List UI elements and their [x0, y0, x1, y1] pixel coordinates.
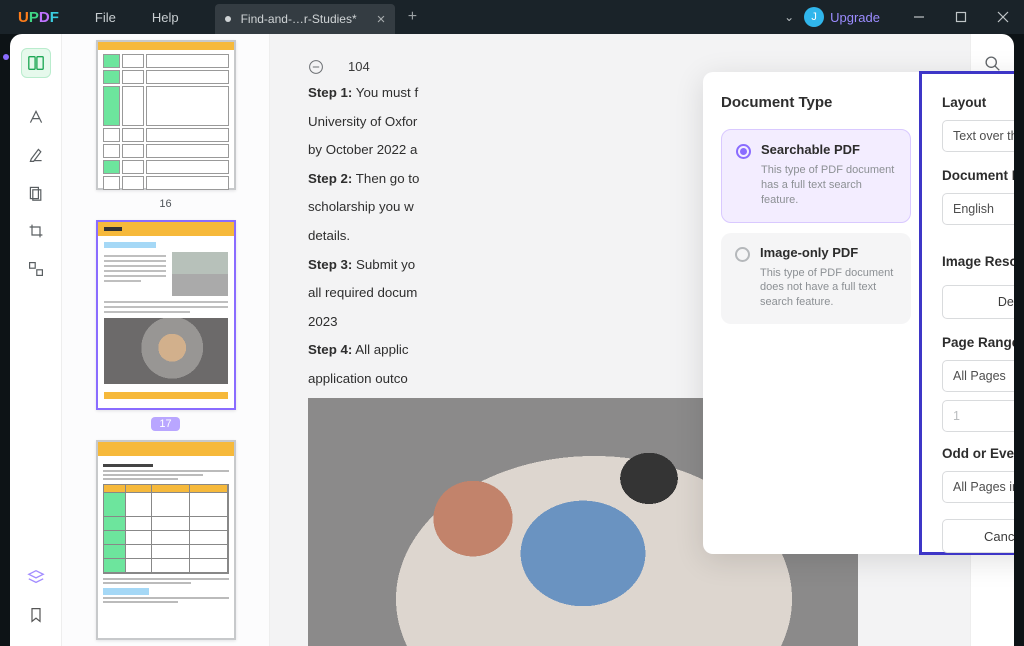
- thumbnail-panel: 16 17: [62, 34, 270, 646]
- tab-modified-icon: [225, 16, 231, 22]
- detect-resolution-button[interactable]: Detect Optimal Resolution: [942, 285, 1014, 319]
- thumb-number: 16: [159, 198, 171, 210]
- thumbnail-18[interactable]: 18: [74, 440, 257, 646]
- option-title: Image-only PDF: [760, 245, 899, 260]
- option-title: Searchable PDF: [761, 142, 898, 157]
- page-range-select[interactable]: All Pages: [942, 360, 1014, 392]
- app-logo: UPDF: [0, 9, 77, 26]
- tab-title: Find-and-…r-Studies*: [241, 12, 357, 26]
- layers-icon[interactable]: [21, 562, 51, 592]
- document-text: 104 Step 1: You must f University of Oxf…: [308, 56, 658, 425]
- menu-file[interactable]: File: [77, 10, 134, 25]
- organize-tool[interactable]: [21, 178, 51, 208]
- layout-select[interactable]: Text over the page image: [942, 120, 1014, 152]
- window-minimize-icon[interactable]: [898, 0, 940, 34]
- bookmark-icon[interactable]: [21, 600, 51, 630]
- dialog-title: Document Type: [721, 94, 911, 111]
- radio-icon: [735, 247, 750, 262]
- resolution-label: Image Resolution: [942, 254, 1014, 269]
- reader-tool[interactable]: [21, 48, 51, 78]
- thumbnail-16[interactable]: 16: [74, 40, 257, 212]
- language-label: Document Language: [942, 168, 1014, 183]
- ocr-dialog: Document Type Searchable PDF This type o…: [703, 72, 1014, 554]
- page-range-from-input[interactable]: 1: [942, 400, 1014, 432]
- accent-dot-icon: [3, 54, 9, 60]
- document-tab[interactable]: Find-and-…r-Studies* ×: [215, 4, 396, 34]
- window-close-icon[interactable]: [982, 0, 1024, 34]
- new-tab-button[interactable]: +: [399, 2, 425, 32]
- option-searchable-pdf[interactable]: Searchable PDF This type of PDF document…: [721, 129, 911, 223]
- odd-even-select[interactable]: All Pages in Range: [942, 471, 1014, 503]
- tabs-overflow-icon[interactable]: ⌄: [774, 10, 804, 24]
- edit-tool[interactable]: [21, 140, 51, 170]
- layout-label: Layout: [942, 95, 986, 110]
- zoom-out-icon[interactable]: [308, 59, 324, 75]
- crop-tool[interactable]: [21, 216, 51, 246]
- left-toolbar: [10, 34, 62, 646]
- radio-icon: [736, 144, 751, 159]
- window-maximize-icon[interactable]: [940, 0, 982, 34]
- user-avatar[interactable]: J: [804, 7, 824, 27]
- tools-misc[interactable]: [21, 254, 51, 284]
- thumb-number: 17: [151, 417, 179, 431]
- thumbnail-17[interactable]: 17: [74, 220, 257, 432]
- tab-close-icon[interactable]: ×: [377, 11, 386, 28]
- odd-even-label: Odd or Even Pages: [942, 446, 1014, 461]
- option-desc: This type of PDF document does not have …: [760, 266, 899, 311]
- option-image-only-pdf[interactable]: Image-only PDF This type of PDF document…: [721, 233, 911, 325]
- option-desc: This type of PDF document has a full tex…: [761, 163, 898, 208]
- document-view: 104 Step 1: You must f University of Oxf…: [270, 34, 970, 646]
- annotate-tool[interactable]: [21, 102, 51, 132]
- page-number-indicator: 104: [348, 56, 370, 78]
- page-range-label: Page Range: [942, 335, 1014, 350]
- menu-help[interactable]: Help: [134, 10, 197, 25]
- language-select[interactable]: English: [942, 193, 1014, 225]
- cancel-button[interactable]: Cancel: [942, 519, 1014, 553]
- upgrade-button[interactable]: Upgrade: [830, 10, 880, 25]
